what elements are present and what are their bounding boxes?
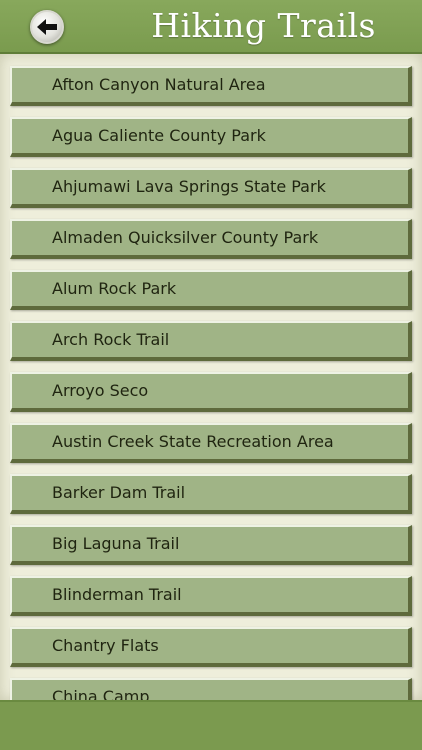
- page-title: Hiking Trails: [151, 6, 376, 45]
- list-item-label: Afton Canyon Natural Area: [52, 75, 266, 94]
- list-item-label: Agua Caliente County Park: [52, 126, 266, 145]
- list-item[interactable]: Ahjumawi Lava Springs State Park: [10, 168, 412, 208]
- list-item[interactable]: China Camp: [10, 678, 412, 700]
- list-item[interactable]: Agua Caliente County Park: [10, 117, 412, 157]
- list-item-label: Barker Dam Trail: [52, 483, 186, 502]
- list-item-label: Almaden Quicksilver County Park: [52, 228, 319, 247]
- back-button[interactable]: [30, 10, 64, 44]
- list-item-label: Alum Rock Park: [52, 279, 177, 298]
- list-item-label: Big Laguna Trail: [52, 534, 180, 553]
- list-item[interactable]: Alum Rock Park: [10, 270, 412, 310]
- list-item[interactable]: Barker Dam Trail: [10, 474, 412, 514]
- list-item-label: China Camp: [52, 687, 150, 700]
- footer-bar: [0, 700, 422, 750]
- list-item-label: Chantry Flats: [52, 636, 159, 655]
- list-item[interactable]: Arch Rock Trail: [10, 321, 412, 361]
- list-item-label: Arroyo Seco: [52, 381, 149, 400]
- list-item[interactable]: Almaden Quicksilver County Park: [10, 219, 412, 259]
- back-arrow-icon: [37, 19, 57, 35]
- list-item[interactable]: Arroyo Seco: [10, 372, 412, 412]
- list-item-label: Ahjumawi Lava Springs State Park: [52, 177, 326, 196]
- list-item-label: Austin Creek State Recreation Area: [52, 432, 334, 451]
- list-item[interactable]: Blinderman Trail: [10, 576, 412, 616]
- list-item-label: Blinderman Trail: [52, 585, 182, 604]
- list-item[interactable]: Big Laguna Trail: [10, 525, 412, 565]
- list-item[interactable]: Chantry Flats: [10, 627, 412, 667]
- list-item[interactable]: Austin Creek State Recreation Area: [10, 423, 412, 463]
- list-item[interactable]: Afton Canyon Natural Area: [10, 66, 412, 106]
- trail-list[interactable]: Afton Canyon Natural Area Agua Caliente …: [0, 54, 422, 700]
- header-bar: Hiking Trails: [0, 0, 422, 54]
- list-item-label: Arch Rock Trail: [52, 330, 170, 349]
